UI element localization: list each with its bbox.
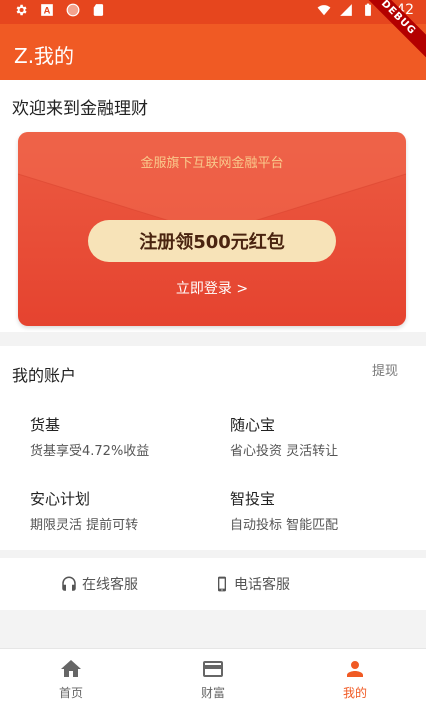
home-icon xyxy=(61,660,81,677)
nav-item-home[interactable]: 首页 xyxy=(0,657,142,701)
withdraw-link[interactable]: 提现 xyxy=(372,360,398,379)
debug-banner: DEBUG xyxy=(349,0,426,67)
product-name: 安心计划 xyxy=(30,490,91,508)
sd-card-icon xyxy=(93,4,104,16)
online-service-label: 在线客服 xyxy=(82,577,138,593)
phone-icon xyxy=(218,576,226,592)
nav-label-mine: 我的 xyxy=(342,686,367,700)
bottom-navigation: 首页 财富 我的 xyxy=(0,648,426,711)
nav-label-home: 首页 xyxy=(58,686,83,700)
product-desc: 省心投资 灵活转让 xyxy=(230,444,339,459)
page-title: Z.我的 xyxy=(14,44,75,68)
customer-service-card: 在线客服 电话客服 xyxy=(0,558,426,610)
envelope-subtitle: 金服旗下互联网金融平台 xyxy=(140,156,284,171)
account-title: 我的账户 xyxy=(12,366,77,385)
product-item[interactable]: 安心计划 期限灵活 提前可转 xyxy=(30,488,210,533)
welcome-text: 欢迎来到金融理财 xyxy=(12,99,148,119)
account-card: 我的账户 提现 货基 货基享受4.72%收益 随心宝 省心投资 灵活转让 安心计… xyxy=(0,346,426,550)
product-item[interactable]: 随心宝 省心投资 灵活转让 xyxy=(230,414,410,459)
product-item[interactable]: 智投宝 自动投标 智能匹配 xyxy=(230,488,410,533)
phone-service-label: 电话客服 xyxy=(234,577,290,593)
nav-item-mine[interactable]: 我的 xyxy=(284,657,426,701)
product-desc: 自动投标 智能匹配 xyxy=(230,518,339,533)
red-envelope-banner[interactable]: 金服旗下互联网金融平台 注册领500元红包 立即登录 > xyxy=(18,132,406,326)
a-icon: A xyxy=(41,4,53,16)
product-item[interactable]: 货基 货基享受4.72%收益 xyxy=(30,414,210,459)
product-desc: 期限灵活 提前可转 xyxy=(30,518,139,533)
nav-label-wealth: 财富 xyxy=(200,686,225,700)
card-icon xyxy=(203,661,223,677)
gear-icon xyxy=(16,4,27,16)
online-service-button[interactable]: 在线客服 xyxy=(60,574,138,594)
product-name: 智投宝 xyxy=(230,490,276,508)
product-name: 随心宝 xyxy=(230,416,276,434)
register-bonus-button[interactable]: 注册领500元红包 xyxy=(88,220,336,262)
debug-ribbon-container: DEBUG xyxy=(346,0,426,80)
person-icon xyxy=(347,661,363,677)
welcome-card: 欢迎来到金融理财 金服旗下互联网金融平台 注册领500元红包 立即登录 > xyxy=(0,80,426,332)
phone-service-button[interactable]: 电话客服 xyxy=(214,574,290,594)
circle-icon xyxy=(66,3,80,17)
nav-item-wealth[interactable]: 财富 xyxy=(142,657,284,701)
product-desc: 货基享受4.72%收益 xyxy=(30,444,150,459)
product-name: 货基 xyxy=(30,416,61,434)
login-link[interactable]: 立即登录 > xyxy=(18,278,406,298)
wifi-icon xyxy=(317,5,330,16)
svg-text:A: A xyxy=(44,6,51,16)
headset-icon xyxy=(62,576,76,591)
